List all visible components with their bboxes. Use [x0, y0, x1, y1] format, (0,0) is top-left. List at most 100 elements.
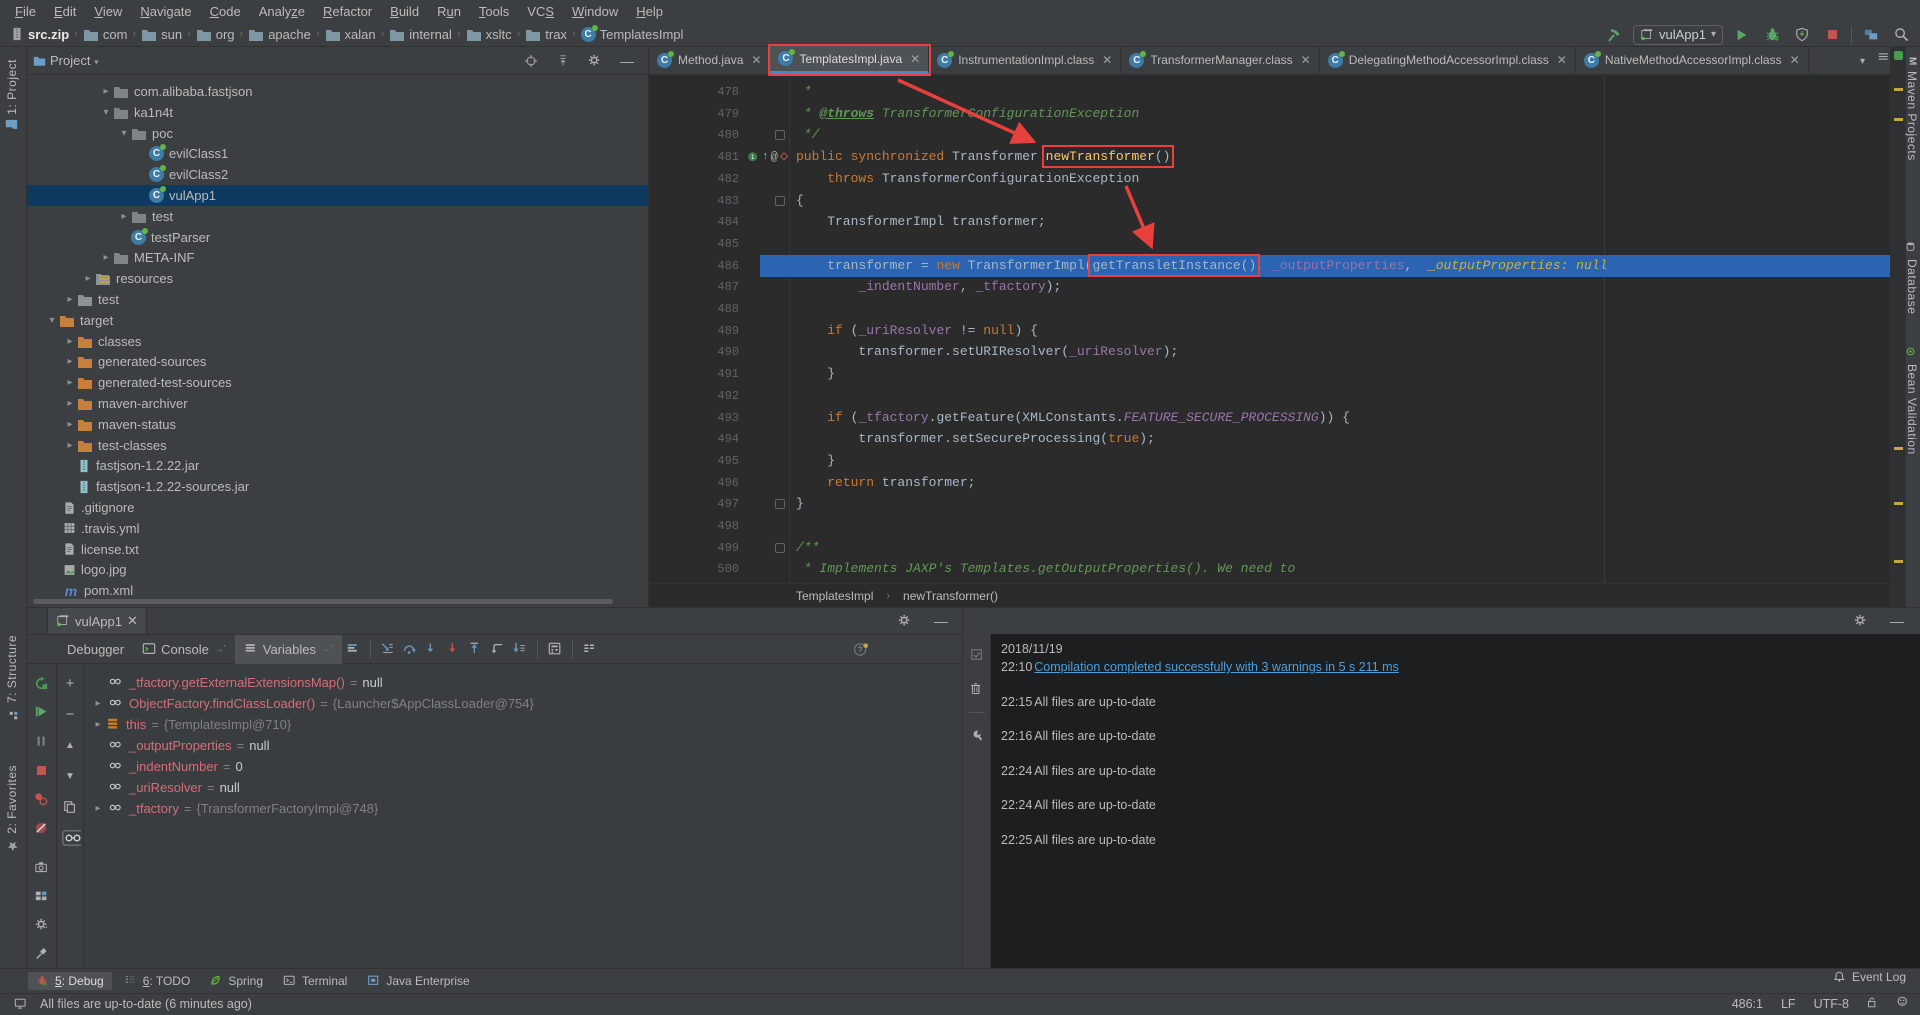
variable-expand-arrow[interactable]: ▸	[90, 719, 106, 730]
menu-file[interactable]: File	[6, 4, 45, 19]
minus-button[interactable]: −	[59, 703, 81, 725]
tree-item-.travis.yml[interactable]: .travis.yml	[27, 518, 649, 539]
coverage-button[interactable]	[1791, 24, 1813, 46]
debug-help-button[interactable]: ?	[850, 638, 872, 660]
code-editor[interactable]: 478 *479 * @throws TransformerConfigurat…	[649, 75, 1890, 583]
tool-tab-database[interactable]: Database	[1905, 242, 1919, 314]
tree-expand-arrow[interactable]: ▾	[45, 315, 59, 326]
debug-button[interactable]	[1761, 24, 1783, 46]
breadcrumb-internal[interactable]: internal	[389, 27, 452, 42]
menu-build[interactable]: Build	[381, 4, 428, 19]
readonly-lock-widget[interactable]	[1867, 996, 1879, 1013]
tree-expand-arrow[interactable]: ▸	[63, 356, 77, 367]
tool-tab-structure[interactable]: 7: Structure	[5, 635, 19, 720]
copy-button[interactable]	[59, 796, 81, 818]
pause-button[interactable]	[31, 730, 53, 752]
tree-item-test-classes[interactable]: ▸test-classes	[27, 435, 649, 456]
menu-navigate[interactable]: Navigate	[131, 4, 200, 19]
tree-item-ka1n4t[interactable]: ▾ka1n4t	[27, 102, 649, 123]
fold-icon[interactable]	[775, 130, 785, 140]
breadcrumb-xsltc[interactable]: xsltc	[466, 27, 512, 42]
fold-icon[interactable]	[775, 196, 785, 206]
code-line-500[interactable]: 500 * Implements JAXP's Templates.getOut…	[649, 558, 1890, 580]
build-button[interactable]	[1603, 24, 1625, 46]
code-line-483[interactable]: 483{	[649, 190, 1890, 212]
tree-item-com.alibaba.fastjson[interactable]: ▸com.alibaba.fastjson	[27, 81, 649, 102]
crumb-method[interactable]: newTransformer()	[903, 589, 998, 603]
layout-grid-button[interactable]	[31, 885, 53, 907]
code-line-488[interactable]: 488	[649, 298, 1890, 320]
rerun-button[interactable]	[31, 672, 53, 694]
tab-list-button[interactable]	[1877, 52, 1891, 67]
code-line-482[interactable]: 482 throws TransformerConfigurationExcep…	[649, 168, 1890, 190]
project-view-selector[interactable]: Project ▾	[50, 53, 99, 68]
run-config-combo[interactable]: vulApp1▾	[1633, 25, 1723, 45]
tree-item-evilClass1[interactable]: CevilClass1	[27, 143, 649, 164]
code-line-491[interactable]: 491 }	[649, 363, 1890, 385]
error-stripe[interactable]	[1890, 47, 1905, 607]
debug-hide-button[interactable]: —	[930, 610, 952, 632]
encoding-widget[interactable]: UTF-8	[1814, 997, 1849, 1011]
tree-item-test[interactable]: ▸test	[27, 206, 649, 227]
tree-item-evilClass2[interactable]: CevilClass2	[27, 164, 649, 185]
drop-frame-button[interactable]	[487, 638, 509, 660]
mute-breakpoints-button[interactable]	[31, 817, 53, 839]
tree-item-vulApp1[interactable]: CvulApp1	[27, 185, 649, 206]
tree-expand-arrow[interactable]: ▸	[63, 294, 77, 305]
code-line-485[interactable]: 485	[649, 233, 1890, 255]
search-everywhere-button[interactable]	[1890, 24, 1912, 46]
code-line-492[interactable]: 492	[649, 385, 1890, 407]
code-line-481[interactable]: 4811↑@◇public synchronized Transformer n…	[649, 146, 1890, 168]
breadcrumb-src.zip[interactable]: src.zip	[10, 27, 69, 42]
locate-file-button[interactable]	[520, 50, 542, 72]
code-line-487[interactable]: 487 _indentNumber, _tfactory);	[649, 276, 1890, 298]
menu-edit[interactable]: Edit	[45, 4, 85, 19]
code-line-490[interactable]: 490 transformer.setURIResolver(_uriResol…	[649, 341, 1890, 363]
debug-view-tab-Debugger[interactable]: Debugger	[58, 635, 133, 664]
code-line-498[interactable]: 498	[649, 515, 1890, 537]
menu-code[interactable]: Code	[201, 4, 250, 19]
variable-row-_outputProperties[interactable]: _outputProperties=null	[84, 735, 962, 756]
camera-button[interactable]	[31, 856, 53, 878]
variable-row-_uriResolver[interactable]: _uriResolver=null	[84, 777, 962, 798]
highlighting-level-widget[interactable]	[1897, 996, 1910, 1012]
menu-analyze[interactable]: Analyze	[250, 4, 314, 19]
editor-tab-TemplatesImpl.java[interactable]: CTemplatesImpl.java✕	[770, 46, 929, 74]
tree-expand-arrow[interactable]: ▸	[63, 336, 77, 347]
bottom-tab-5: Debug[interactable]: 5: Debug	[28, 972, 112, 990]
tab-placement-button[interactable]: ▾	[1860, 52, 1865, 67]
up-button[interactable]: ▲	[59, 734, 81, 756]
stop-red-button[interactable]	[31, 759, 53, 781]
code-line-479[interactable]: 479 * @throws TransformerConfigurationEx…	[649, 103, 1890, 125]
tree-expand-arrow[interactable]: ▾	[99, 107, 113, 118]
tree-item-classes[interactable]: ▸classes	[27, 331, 649, 352]
tree-expand-arrow[interactable]: ▸	[63, 377, 77, 388]
code-line-489[interactable]: 489 if (_uriResolver != null) {	[649, 320, 1890, 342]
dual-list-button[interactable]	[579, 638, 601, 660]
tree-item-logo.jpg[interactable]: logo.jpg	[27, 559, 649, 580]
close-icon[interactable]: ✕	[1301, 53, 1311, 67]
editor-tab-TransformerManager.class[interactable]: CTransformerManager.class✕	[1121, 46, 1319, 74]
caret-position-widget[interactable]: 486:1	[1732, 997, 1763, 1011]
code-line-493[interactable]: 493 if (_tfactory.getFeature(XMLConstant…	[649, 407, 1890, 429]
gutter-icons[interactable]: 1↑@◇	[747, 146, 788, 168]
tree-item-.gitignore[interactable]: .gitignore	[27, 497, 649, 518]
stop-button[interactable]	[1821, 24, 1843, 46]
menu-tools[interactable]: Tools	[470, 4, 518, 19]
menu-help[interactable]: Help	[627, 4, 672, 19]
tool-tab-maven-projects[interactable]: MMaven Projects	[1905, 57, 1919, 161]
force-step-into-button[interactable]	[443, 638, 465, 660]
collapse-all-button[interactable]	[552, 50, 574, 72]
tool-tab-favorites[interactable]: 2: Favorites	[5, 765, 19, 852]
variable-expand-arrow[interactable]: ▸	[90, 698, 106, 709]
close-icon[interactable]: ✕	[910, 52, 920, 66]
breadcrumb-com[interactable]: com	[83, 27, 128, 42]
gear-arrow-button[interactable]	[31, 914, 53, 936]
tree-item-resources[interactable]: ▸resources	[27, 268, 649, 289]
glasses-boxed-button[interactable]	[59, 827, 81, 849]
fold-icon[interactable]	[775, 543, 785, 553]
step-into-button[interactable]	[421, 638, 443, 660]
fold-icon[interactable]	[775, 499, 785, 509]
warning-stripe-mark[interactable]	[1894, 447, 1903, 450]
code-line-494[interactable]: 494 transformer.setSecureProcessing(true…	[649, 428, 1890, 450]
